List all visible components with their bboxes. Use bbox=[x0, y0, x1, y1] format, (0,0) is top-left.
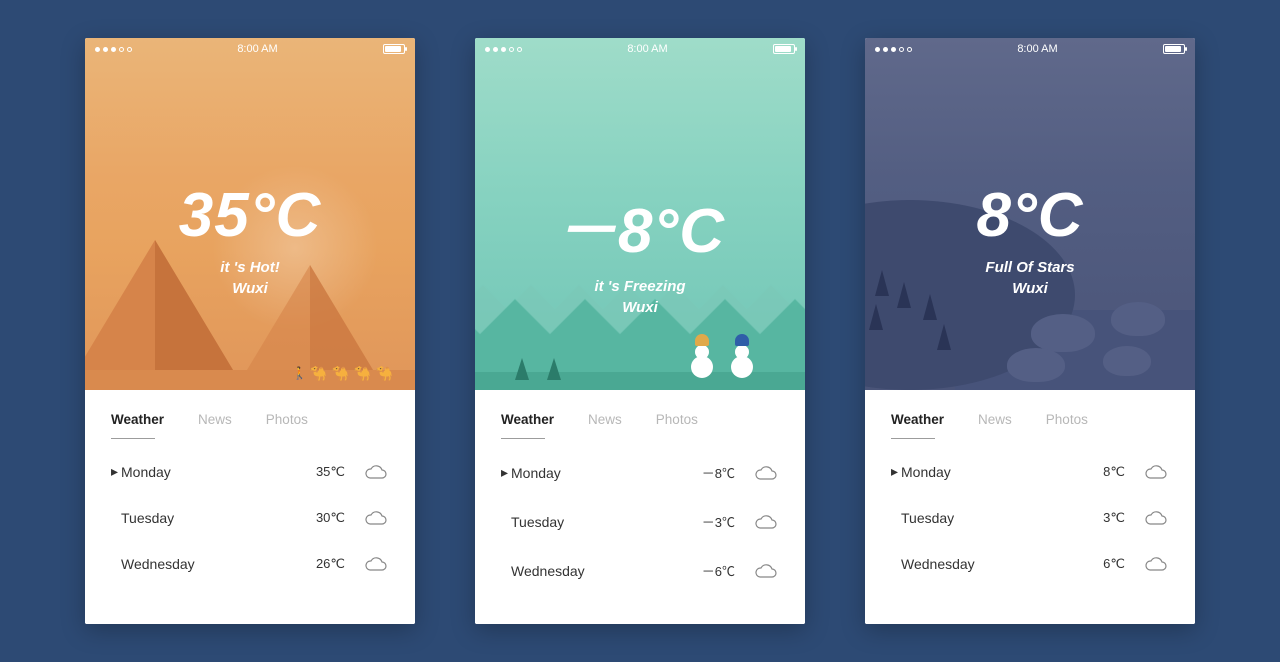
forecast-row[interactable]: Wednesday 26℃ bbox=[111, 556, 389, 572]
panel: Weather News Photos ▸ Monday 35℃ Tuesday… bbox=[85, 390, 415, 624]
weather-caption: it 's Hot! Wuxi bbox=[85, 257, 415, 299]
forecast-row[interactable]: Wednesday 6℃ bbox=[891, 556, 1169, 572]
tab-bar: Weather News Photos bbox=[501, 412, 779, 437]
hero-hot: 8:00 AM 🚶 🐪 🐪 🐪 🐪 35°C it 's Hot! Wuxi bbox=[85, 38, 415, 390]
snowman-icon bbox=[731, 356, 753, 378]
forecast-row[interactable]: Tuesday 3℃ bbox=[891, 510, 1169, 526]
forecast-row[interactable]: Wednesday －6℃ bbox=[501, 561, 779, 580]
active-marker-icon: ▸ bbox=[891, 463, 901, 480]
weather-caption: Full Of Stars Wuxi bbox=[865, 257, 1195, 299]
forecast-day: Monday bbox=[121, 464, 316, 480]
forecast-temp: －3℃ bbox=[702, 512, 735, 531]
cloud-icon bbox=[753, 514, 779, 530]
phone-hot: 8:00 AM 🚶 🐪 🐪 🐪 🐪 35°C it 's Hot! Wuxi bbox=[85, 38, 415, 624]
forecast-row[interactable]: Tuesday －3℃ bbox=[501, 512, 779, 531]
tab-weather[interactable]: Weather bbox=[501, 412, 554, 437]
tree-icon bbox=[937, 324, 951, 350]
tab-photos[interactable]: Photos bbox=[1046, 412, 1088, 437]
hero-cold: 8:00 AM －8°C it 's Freezing Wuxi bbox=[475, 38, 805, 390]
battery-icon bbox=[1163, 44, 1185, 54]
tab-news[interactable]: News bbox=[198, 412, 232, 437]
camel-icon: 🐪 bbox=[310, 366, 327, 380]
tab-weather[interactable]: Weather bbox=[891, 412, 944, 437]
forecast-temp: －8℃ bbox=[702, 463, 735, 482]
snowman-icon bbox=[691, 356, 713, 378]
status-bar: 8:00 AM bbox=[865, 38, 1195, 60]
cloud-icon bbox=[363, 510, 389, 526]
forecast-day: Tuesday bbox=[511, 514, 702, 530]
tab-photos[interactable]: Photos bbox=[266, 412, 308, 437]
tab-photos[interactable]: Photos bbox=[656, 412, 698, 437]
forecast-row[interactable]: ▸ Monday 8℃ bbox=[891, 463, 1169, 480]
tab-news[interactable]: News bbox=[978, 412, 1012, 437]
cloud-icon bbox=[1143, 464, 1169, 480]
status-time: 8:00 AM bbox=[627, 43, 667, 55]
forecast-temp: 3℃ bbox=[1103, 510, 1125, 526]
rock-icon bbox=[1007, 348, 1065, 382]
forecast-list: ▸ Monday 35℃ Tuesday 30℃ Wednesday 26℃ bbox=[111, 463, 389, 572]
cloud-icon bbox=[753, 465, 779, 481]
forecast-list: ▸ Monday 8℃ Tuesday 3℃ Wednesday 6℃ bbox=[891, 463, 1169, 572]
signal-dots-icon bbox=[95, 47, 132, 52]
status-time: 8:00 AM bbox=[1017, 43, 1057, 55]
panel: Weather News Photos ▸ Monday －8℃ Tuesday… bbox=[475, 390, 805, 624]
temperature-main: 8°C bbox=[865, 180, 1195, 251]
forecast-day: Tuesday bbox=[121, 510, 316, 526]
forecast-row[interactable]: Tuesday 30℃ bbox=[111, 510, 389, 526]
forecast-day: Monday bbox=[901, 464, 1103, 480]
rock-icon bbox=[1103, 346, 1151, 376]
forecast-day: Wednesday bbox=[511, 563, 702, 579]
temperature-main: －8°C bbox=[475, 180, 805, 270]
forecast-temp: －6℃ bbox=[702, 561, 735, 580]
cloud-icon bbox=[753, 563, 779, 579]
signal-dots-icon bbox=[485, 47, 522, 52]
tab-news[interactable]: News bbox=[588, 412, 622, 437]
tab-bar: Weather News Photos bbox=[891, 412, 1169, 437]
tree-icon bbox=[515, 358, 529, 380]
forecast-list: ▸ Monday －8℃ Tuesday －3℃ Wednesday －6℃ bbox=[501, 463, 779, 580]
forecast-row[interactable]: ▸ Monday －8℃ bbox=[501, 463, 779, 482]
tab-weather[interactable]: Weather bbox=[111, 412, 164, 437]
battery-icon bbox=[773, 44, 795, 54]
status-bar: 8:00 AM bbox=[85, 38, 415, 60]
tree-icon bbox=[547, 358, 561, 380]
tree-icon bbox=[869, 304, 883, 330]
forecast-temp: 6℃ bbox=[1103, 556, 1125, 572]
cloud-icon bbox=[1143, 556, 1169, 572]
camel-icon: 🐪 bbox=[354, 366, 371, 380]
forecast-temp: 35℃ bbox=[316, 464, 345, 480]
person-icon: 🚶 bbox=[292, 366, 307, 380]
cloud-icon bbox=[363, 556, 389, 572]
forecast-day: Monday bbox=[511, 465, 702, 481]
active-marker-icon: ▸ bbox=[501, 464, 511, 481]
rock-icon bbox=[1031, 314, 1095, 352]
temperature-main: 35°C bbox=[85, 180, 415, 251]
forecast-temp: 30℃ bbox=[316, 510, 345, 526]
forecast-day: Wednesday bbox=[901, 556, 1103, 572]
tab-bar: Weather News Photos bbox=[111, 412, 389, 437]
panel: Weather News Photos ▸ Monday 8℃ Tuesday … bbox=[865, 390, 1195, 624]
forecast-day: Wednesday bbox=[121, 556, 316, 572]
phone-night: 8:00 AM 8°C Full Of Stars Wuxi Weather bbox=[865, 38, 1195, 624]
forecast-row[interactable]: ▸ Monday 35℃ bbox=[111, 463, 389, 480]
weather-caption: it 's Freezing Wuxi bbox=[475, 276, 805, 318]
phone-cold: 8:00 AM －8°C it 's Freezing Wuxi W bbox=[475, 38, 805, 624]
status-bar: 8:00 AM bbox=[475, 38, 805, 60]
forecast-temp: 8℃ bbox=[1103, 464, 1125, 480]
status-time: 8:00 AM bbox=[237, 43, 277, 55]
forecast-day: Tuesday bbox=[901, 510, 1103, 526]
camel-icon: 🐪 bbox=[332, 366, 349, 380]
battery-icon bbox=[383, 44, 405, 54]
cloud-icon bbox=[363, 464, 389, 480]
forecast-temp: 26℃ bbox=[316, 556, 345, 572]
active-marker-icon: ▸ bbox=[111, 463, 121, 480]
cloud-icon bbox=[1143, 510, 1169, 526]
camel-icon: 🐪 bbox=[376, 366, 393, 380]
hero-night: 8:00 AM 8°C Full Of Stars Wuxi bbox=[865, 38, 1195, 390]
signal-dots-icon bbox=[875, 47, 912, 52]
rock-icon bbox=[1111, 302, 1165, 336]
